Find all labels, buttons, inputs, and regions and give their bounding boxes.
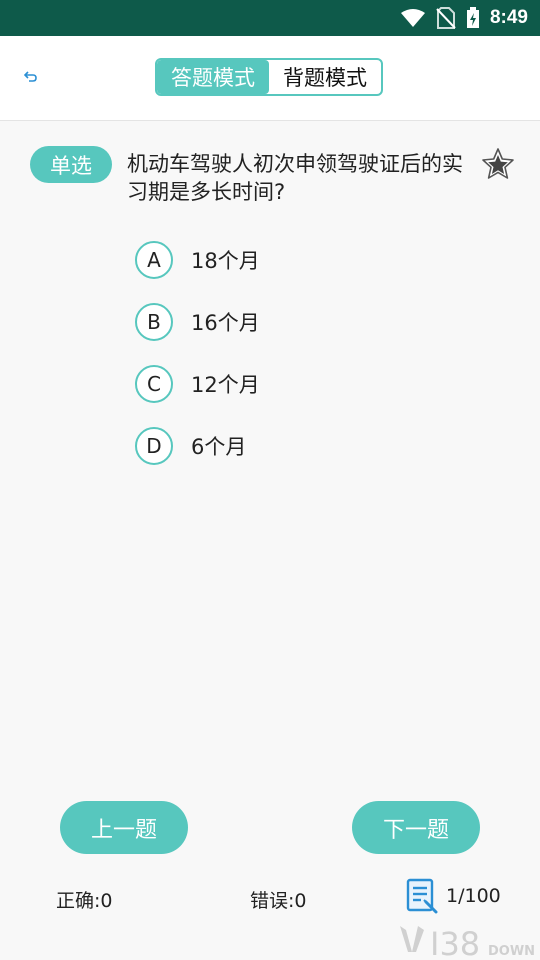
option-letter: B <box>135 303 173 341</box>
answer-sheet-button[interactable]: 1/100 <box>406 878 501 914</box>
option-text: 12个月 <box>191 373 260 397</box>
next-question-button[interactable]: 下一题 <box>352 801 480 854</box>
previous-question-button[interactable]: 上一题 <box>60 801 188 854</box>
star-icon <box>482 148 514 179</box>
option-letter: A <box>135 241 173 279</box>
svg-text:DOWN: DOWN <box>488 944 535 959</box>
watermark-logo: I38 DOWN <box>398 922 540 960</box>
favorite-button[interactable] <box>480 146 516 182</box>
option-b[interactable]: B 16个月 <box>135 302 435 342</box>
question-text: 机动车驾驶人初次申领驾驶证后的实习期是多长时间? <box>127 152 463 204</box>
watermark-mark-icon: I38 DOWN <box>400 925 535 960</box>
back-button[interactable] <box>18 64 44 90</box>
option-a[interactable]: A 18个月 <box>135 240 435 280</box>
option-d[interactable]: D 6个月 <box>135 426 435 466</box>
question-type-badge: 单选 <box>30 146 112 183</box>
tab-answer-mode[interactable]: 答题模式 <box>157 60 269 94</box>
status-time: 8:49 <box>489 7 528 28</box>
option-c[interactable]: C 12个月 <box>135 364 435 404</box>
battery-charging-icon <box>466 7 479 28</box>
option-letter: D <box>135 427 173 465</box>
option-text: 16个月 <box>191 311 260 335</box>
tab-review-mode[interactable]: 背题模式 <box>269 60 381 94</box>
option-text: 6个月 <box>191 435 247 459</box>
option-text: 18个月 <box>191 249 260 273</box>
no-sim-icon <box>436 7 456 29</box>
header: 答题模式 背题模式 <box>0 36 540 121</box>
svg-text:I38: I38 <box>430 925 480 960</box>
status-icons: 8:49 <box>400 0 528 36</box>
back-arrow-icon <box>24 71 37 82</box>
status-bar: 8:49 <box>0 0 540 36</box>
progress-counter: 1/100 <box>446 885 501 907</box>
correct-count: 正确:0 <box>56 890 113 912</box>
wrong-count: 错误:0 <box>250 890 307 912</box>
option-letter: C <box>135 365 173 403</box>
answer-sheet-icon <box>406 878 438 914</box>
mode-toggle: 答题模式 背题模式 <box>155 58 383 96</box>
wifi-icon <box>400 9 425 27</box>
